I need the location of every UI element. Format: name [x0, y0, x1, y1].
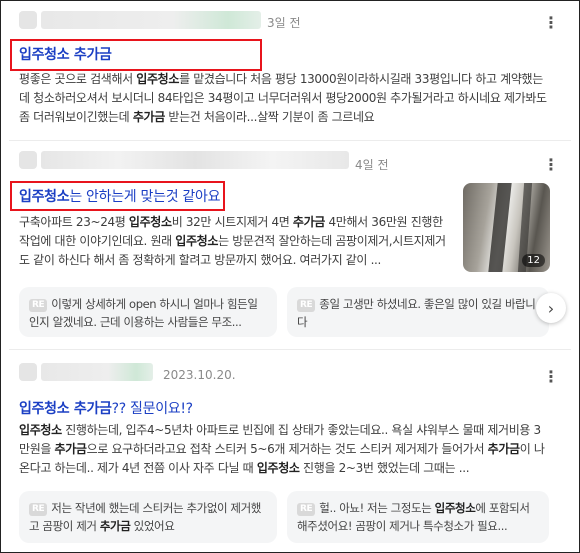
snippet-keyword: 입주청소 — [256, 461, 300, 475]
snippet-keyword: 입주청소 — [136, 72, 180, 86]
reply-badge: RE — [29, 503, 48, 516]
comment-text: 이렇게 상세하게 open 하시니 얼마나 힘든일인지 알겠네요. 근데 이용하… — [29, 297, 258, 329]
result-snippet[interactable]: 입주청소 진행하는데, 입주4~5년차 아파트로 빈집에 집 상태가 좋았는데요… — [19, 421, 549, 478]
result-snippet[interactable]: 평좋은 곳으로 검색해서 입주청소를 맡겼습니다 처음 평당 13000원이라하… — [19, 70, 549, 127]
comment-card[interactable]: RE 헐.. 아뇨! 저는 그정도는 입주청소에 포함되서 해주셨어요! 곰팡이 … — [287, 491, 549, 543]
result-divider — [9, 349, 571, 350]
post-date: 4일 전 — [355, 158, 389, 172]
comment-keyword: 추가금 — [99, 519, 131, 533]
reply-badge: RE — [297, 503, 316, 516]
snippet-keyword: 추가금 — [487, 442, 520, 456]
snippet-text: 구축아파트 23~24평 — [19, 215, 129, 229]
blurred-author-name — [41, 11, 261, 29]
snippet-text: 진행을 2~3번 했었는데 그때는 ... — [299, 461, 470, 475]
comment-text: 종일 고생만 하셨네요. 좋은일 많이 있길 바랍니다 — [297, 297, 536, 329]
highlight-box — [10, 39, 262, 71]
result-divider — [9, 140, 571, 141]
title-text: ?? 질문이요!? — [111, 401, 193, 417]
snippet-keyword: 추가금 — [132, 110, 165, 124]
author-avatar[interactable] — [19, 11, 37, 29]
comment-card[interactable]: RE 저는 작년에 했는데 스티커는 추가없이 제거했고 곰팡이 제거 추가금 있… — [19, 491, 277, 543]
result-snippet[interactable]: 구축아파트 23~24평 입주청소비 32만 시트지제거 4면 추가금 4만해서… — [19, 213, 451, 270]
snippet-keyword: 입주청소 — [128, 215, 172, 229]
search-results-panel: 3일 전 ⋮ 입주청소 추가금 평좋은 곳으로 검색해서 입주청소를 맡겼습니다… — [0, 0, 580, 553]
comment-keyword: 입주청소 — [434, 501, 476, 515]
snippet-text: 으로 요구하더라고요 접착 스티커 5~6개 제거하는 것도 스티커 제거제가 … — [86, 442, 488, 456]
author-avatar[interactable] — [19, 363, 37, 381]
comment-card[interactable]: RE 이렇게 상세하게 open 하시니 얼마나 힘든일인지 알겠네요. 근데 이… — [19, 287, 277, 337]
next-comments-button[interactable]: › — [536, 293, 566, 323]
post-date: 2023.10.20. — [163, 368, 236, 382]
more-options-icon[interactable]: ⋮ — [543, 157, 559, 173]
post-thumbnail[interactable]: 12 — [463, 183, 550, 272]
blurred-author-name — [41, 363, 153, 381]
more-options-icon[interactable]: ⋮ — [543, 15, 559, 31]
snippet-keyword: 입주청소 — [19, 423, 62, 437]
title-keyword: 입주청소 추가금 — [19, 401, 112, 417]
author-avatar[interactable] — [19, 151, 37, 169]
comment-text: 헐.. 아뇨! 저는 그정도는 — [319, 501, 435, 515]
comment-card[interactable]: RE 종일 고생만 하셨네요. 좋은일 많이 있길 바랍니다 — [287, 287, 549, 337]
snippet-text: 받는건 처음이라...살짝 기분이 좀 그르네요 — [164, 110, 375, 124]
reply-badge: RE — [297, 299, 316, 312]
reply-badge: RE — [29, 299, 48, 312]
snippet-keyword: 추가금 — [292, 215, 325, 229]
more-options-icon[interactable]: ⋮ — [543, 369, 559, 385]
comment-text: 있었어요 — [130, 519, 175, 533]
snippet-keyword: 입주청소 — [175, 234, 219, 248]
chevron-right-icon: › — [547, 298, 555, 318]
highlight-box — [10, 181, 225, 211]
snippet-text: 평좋은 곳으로 검색해서 — [19, 72, 137, 86]
blurred-author-name — [41, 151, 349, 169]
snippet-keyword: 추가금 — [54, 442, 87, 456]
image-count-badge: 12 — [522, 254, 545, 267]
result-title-link[interactable]: 입주청소 추가금?? 질문이요!? — [19, 398, 193, 418]
post-date: 3일 전 — [267, 16, 301, 30]
snippet-text: 비 32만 시트지제거 4면 — [171, 215, 293, 229]
